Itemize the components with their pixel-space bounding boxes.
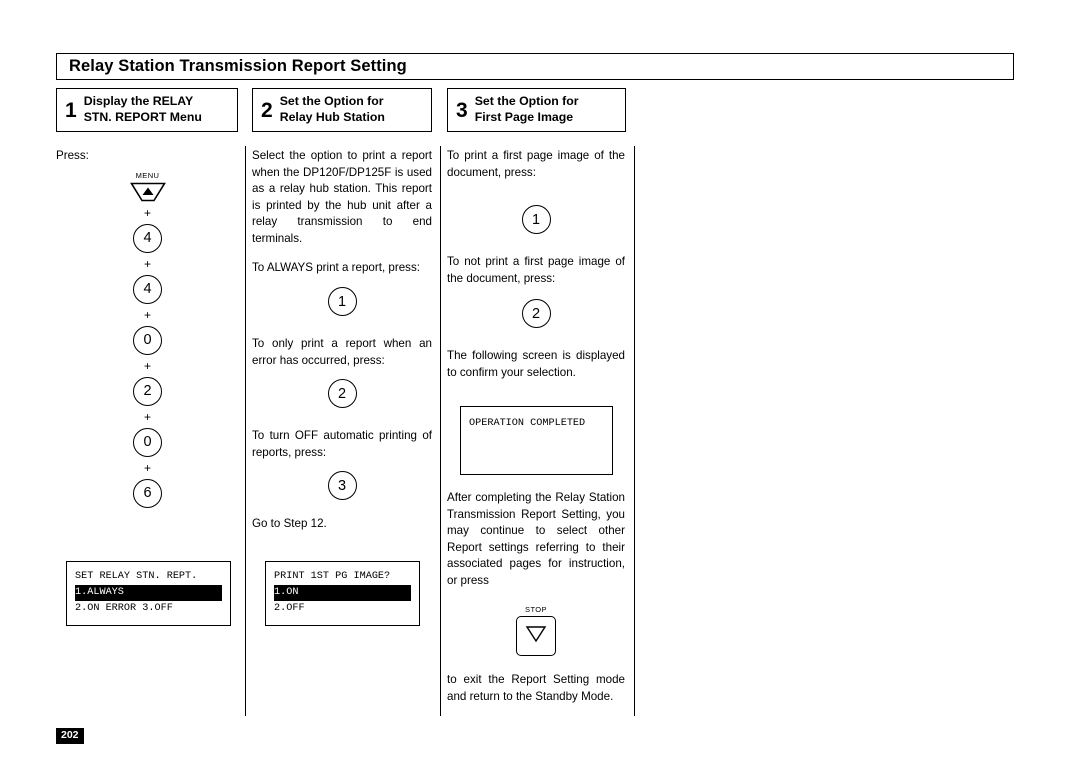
- document-page: Relay Station Transmission Report Settin…: [0, 0, 1080, 763]
- step-label-2: Set the Option for Relay Hub Station: [280, 94, 385, 125]
- column-divider-1: [245, 146, 246, 716]
- menu-key[interactable]: MENU: [129, 170, 166, 202]
- lcd2-line-3: 2.OFF: [274, 603, 305, 615]
- col1-key-sequence: MENU + 4 + 4 + 0 + 2 + 0 + 6: [56, 171, 239, 508]
- stop-icon: [525, 624, 547, 649]
- key-0-b[interactable]: 0: [133, 427, 162, 457]
- lcd2-line-1: PRINT 1ST PG IMAGE?: [274, 571, 391, 582]
- col2-para-2: To ALWAYS print a report, press:: [252, 261, 420, 275]
- step-label-1-line2: STN. REPORT Menu: [83, 110, 202, 124]
- step-number-1: 1: [65, 98, 77, 122]
- key-0-a[interactable]: 0: [133, 325, 162, 355]
- plus-sign: +: [143, 460, 151, 475]
- stop-key[interactable]: STOP: [516, 605, 556, 657]
- column-divider-3: [634, 146, 635, 716]
- lcd-display-relay-stn-report: SET RELAY STN. REPT. 1.ALWAYS 2.ON ERROR…: [66, 561, 231, 626]
- plus-sign: +: [143, 358, 151, 373]
- step-number-3: 3: [456, 98, 468, 122]
- plus-sign: +: [143, 205, 151, 220]
- plus-sign: +: [143, 256, 151, 271]
- lcd-display-print-1st-pg-image: PRINT 1ST PG IMAGE? 1.ON 2.OFF: [265, 561, 420, 626]
- col3-para-5: to exit the Report Setting mode and retu…: [447, 673, 625, 704]
- col3-para-3: The following screen is displayed to con…: [447, 349, 625, 379]
- col2-key-3-wrap: 3: [252, 471, 432, 501]
- step-number-2: 2: [261, 98, 273, 122]
- col3-stop-key-wrap: STOP: [447, 605, 625, 657]
- key-4-b[interactable]: 4: [133, 274, 162, 304]
- page-title: Relay Station Transmission Report Settin…: [69, 57, 407, 75]
- lcd-display-operation-completed: OPERATION COMPLETED: [460, 406, 613, 475]
- col2-para-3: To only print a report when an error has…: [252, 337, 432, 367]
- menu-key-icon: [129, 182, 166, 202]
- plus-sign: +: [143, 307, 151, 322]
- page-number: 202: [56, 728, 84, 745]
- lcd1-line-3: 2.ON ERROR: [75, 603, 137, 615]
- column-3: To print a first page image of the docum…: [447, 148, 625, 394]
- step-header-1: 1 Display the RELAY STN. REPORT Menu: [56, 88, 238, 132]
- step-label-2-line2: Relay Hub Station: [279, 110, 385, 124]
- column-1: Press: MENU + 4 + 4 + 0 + 2 + 0 + 6: [56, 148, 239, 508]
- lcd1-line-1: SET RELAY STN. REPT.: [75, 571, 198, 582]
- stop-key-caption: STOP: [525, 605, 547, 615]
- col3-para-2: To not print a first page image of the d…: [447, 255, 625, 285]
- stop-key-button[interactable]: [516, 616, 556, 657]
- step-header-2: 2 Set the Option for Relay Hub Station: [252, 88, 432, 132]
- step-label-1-line1: Display the RELAY: [83, 94, 194, 109]
- col2-para-5: Go to Step 12.: [252, 517, 327, 531]
- key-1-on[interactable]: 1: [521, 205, 551, 235]
- step-label-3-line1: Set the Option for: [474, 94, 579, 109]
- key-2[interactable]: 2: [133, 376, 162, 406]
- col3-para-4: After completing the Relay Station Trans…: [447, 491, 625, 587]
- key-2-off[interactable]: 2: [521, 299, 551, 329]
- col2-key-1-wrap: 1: [252, 287, 432, 317]
- plus-sign: +: [143, 409, 151, 424]
- key-6[interactable]: 6: [133, 478, 162, 508]
- lcd2-line-2-selected: 1.ON: [274, 585, 411, 602]
- step-label-3-line2: First Page Image: [474, 110, 574, 124]
- step-header-3: 3 Set the Option for First Page Image: [447, 88, 626, 132]
- key-4-a[interactable]: 4: [133, 223, 162, 253]
- col2-para-1: Select the option to print a report when…: [252, 149, 432, 245]
- col2-key-2-wrap: 2: [252, 379, 432, 409]
- lcd1-line-4: 3.OFF: [142, 603, 173, 615]
- key-1-always[interactable]: 1: [327, 287, 357, 317]
- column-3-lower: After completing the Relay Station Trans…: [447, 490, 625, 706]
- lcd1-line-2-selected: 1.ALWAYS: [75, 585, 222, 602]
- column-divider-2: [440, 146, 441, 716]
- menu-key-caption: MENU: [135, 170, 160, 180]
- col2-para-4: To turn OFF automatic printing of report…: [252, 429, 432, 459]
- col3-key-2-wrap: 2: [447, 299, 625, 329]
- step-label-1: Display the RELAY STN. REPORT Menu: [84, 94, 202, 125]
- col3-para-1: To print a first page image of the docum…: [447, 149, 625, 179]
- col3-key-1-wrap: 1: [447, 205, 625, 235]
- key-3-off[interactable]: 3: [327, 471, 357, 501]
- column-2: Select the option to print a report when…: [252, 148, 432, 533]
- step-label-3: Set the Option for First Page Image: [475, 94, 579, 125]
- lcd3-line-1: OPERATION COMPLETED: [469, 418, 586, 429]
- col1-intro: Press:: [56, 149, 89, 162]
- page-title-bar: Relay Station Transmission Report Settin…: [56, 53, 1014, 80]
- key-2-on-error[interactable]: 2: [327, 379, 357, 409]
- step-label-2-line1: Set the Option for: [279, 94, 384, 109]
